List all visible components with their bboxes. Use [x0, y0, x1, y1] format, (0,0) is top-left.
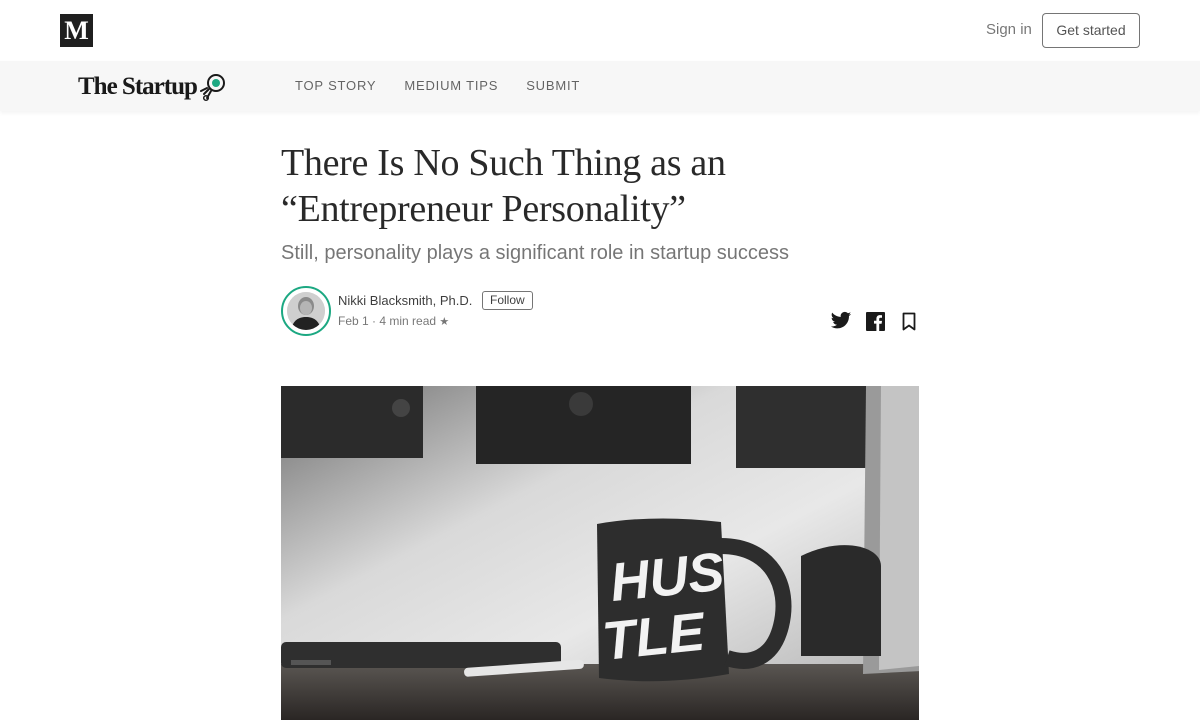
- startup-rocket-icon: [199, 74, 225, 102]
- nav-top-story[interactable]: TOP STORY: [295, 78, 376, 93]
- medium-logo[interactable]: M: [60, 14, 93, 47]
- top-bar: M Sign in Get started: [0, 0, 1200, 61]
- follow-button[interactable]: Follow: [482, 291, 533, 310]
- author-row: Nikki Blacksmith, Ph.D. Follow Feb 1 · 4…: [281, 286, 920, 338]
- get-started-button[interactable]: Get started: [1042, 13, 1140, 48]
- article-subtitle: Still, personality plays a significant r…: [281, 242, 790, 264]
- publication-name: The Startup: [78, 73, 198, 100]
- article-meta: Feb 1 · 4 min read ★: [338, 314, 449, 328]
- hero-image: HUS TLE: [281, 386, 919, 720]
- bookmark-icon[interactable]: [898, 310, 920, 332]
- nav-medium-tips[interactable]: MEDIUM TIPS: [404, 78, 498, 93]
- publication-logo[interactable]: The Startup: [78, 71, 228, 103]
- publication-nav: TOP STORY MEDIUM TIPS SUBMIT: [295, 78, 608, 93]
- publish-date: Feb 1: [338, 314, 369, 328]
- mug-text-line-1: HUS: [607, 542, 727, 614]
- sign-in-link[interactable]: Sign in: [986, 21, 1032, 38]
- nav-submit[interactable]: SUBMIT: [526, 78, 580, 93]
- read-time: 4 min read: [379, 314, 437, 328]
- member-star-icon: ★: [439, 316, 450, 328]
- avatar-ring[interactable]: [281, 286, 331, 336]
- publication-bar: The Startup TOP STORY MEDIUM TIPS SUBMIT: [0, 61, 1200, 111]
- share-actions: [818, 310, 920, 332]
- article-title-line-1: There Is No Such Thing as an: [281, 142, 726, 184]
- author-name[interactable]: Nikki Blacksmith, Ph.D.: [338, 293, 472, 308]
- article-title: There Is No Such Thing as an “Entreprene…: [281, 140, 921, 232]
- article-title-line-2: “Entrepreneur Personality”: [281, 188, 686, 230]
- author-avatar[interactable]: [287, 292, 325, 330]
- mug-text-line-2: TLE: [600, 601, 710, 672]
- facebook-icon[interactable]: [864, 310, 886, 332]
- twitter-icon[interactable]: [830, 310, 852, 332]
